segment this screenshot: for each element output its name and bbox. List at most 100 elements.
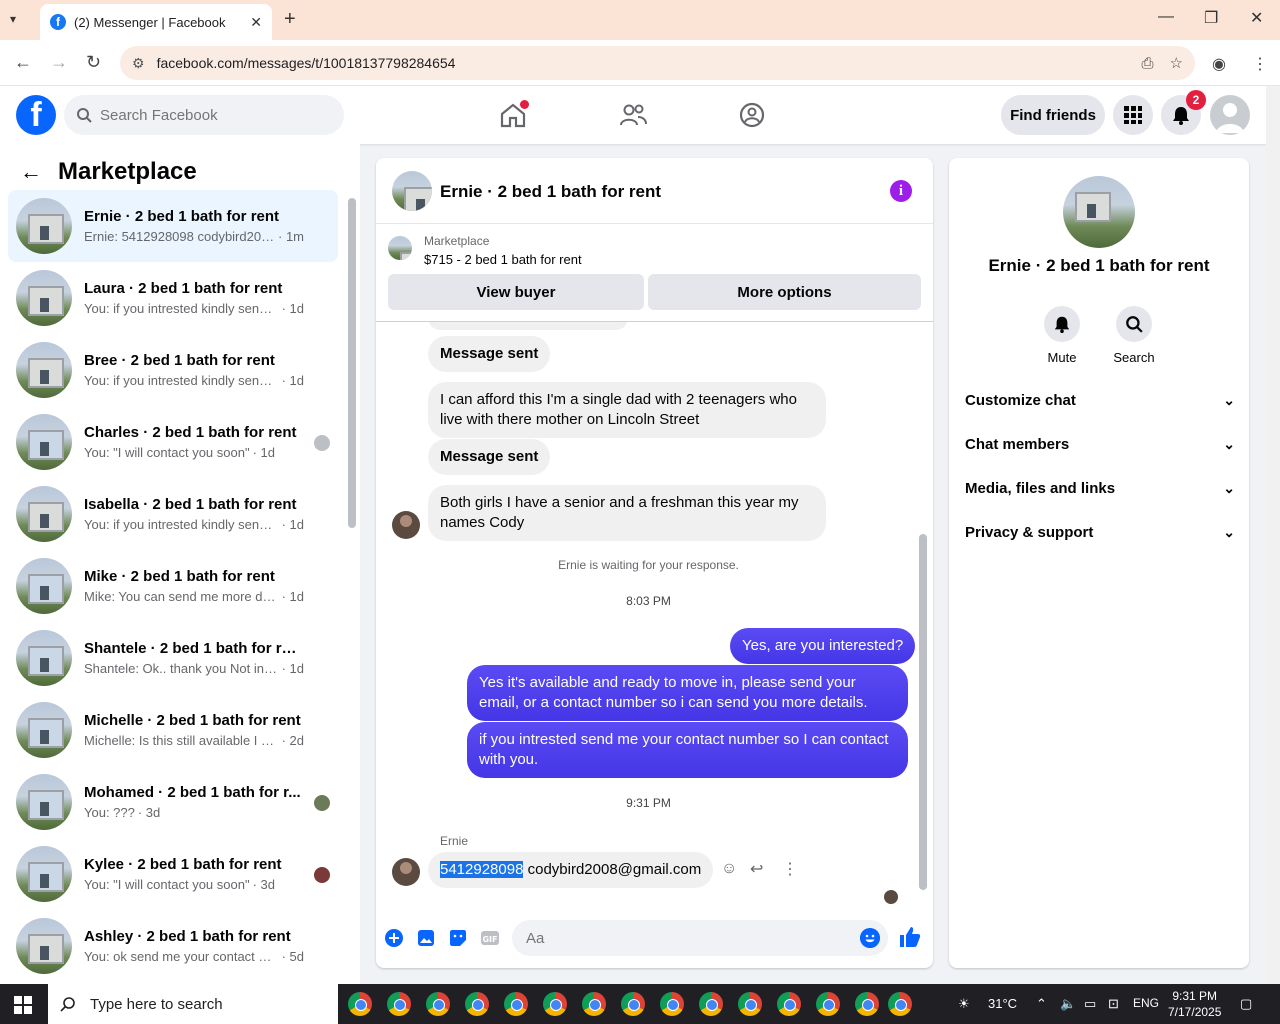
chrome-taskbar-icon[interactable] xyxy=(888,992,912,1016)
chat-item-mohamed[interactable]: Mohamed · 2 bed 1 bath for r... You: ??? ·… xyxy=(8,766,338,838)
search-in-chat-button[interactable]: Search xyxy=(1104,306,1164,365)
chrome-taskbar-icon[interactable] xyxy=(387,992,411,1016)
sticker-icon[interactable] xyxy=(448,928,468,948)
sender-avatar[interactable] xyxy=(392,858,420,886)
install-app-icon[interactable]: ⎙ xyxy=(1142,55,1154,72)
message-input[interactable] xyxy=(526,929,846,947)
chat-item-mike[interactable]: Mike · 2 bed 1 bath for rent Mike: You ca… xyxy=(8,550,338,622)
like-thumb-icon[interactable] xyxy=(898,925,922,949)
close-tab-icon[interactable]: ✕ xyxy=(250,14,262,31)
chat-item-isabella[interactable]: Isabella · 2 bed 1 bath for rent You: if … xyxy=(8,478,338,550)
emoji-icon[interactable] xyxy=(860,928,880,948)
profile-icon[interactable]: ◉ xyxy=(1212,54,1226,74)
notification-center-icon[interactable]: ▢ xyxy=(1240,996,1252,1012)
chat-item-charles[interactable]: Charles · 2 bed 1 bath for rent You: "I w… xyxy=(8,406,338,478)
chat-item-ashley[interactable]: Ashley · 2 bed 1 bath for rent You: ok se… xyxy=(8,910,338,982)
groups-icon[interactable] xyxy=(737,100,767,130)
chrome-menu-icon[interactable]: ⋮ xyxy=(1252,54,1268,74)
message-bubble-outgoing[interactable]: Yes, are you interested? xyxy=(730,628,916,664)
taskbar-clock[interactable]: 9:31 PM 7/17/2025 xyxy=(1168,988,1221,1020)
facebook-logo-icon[interactable]: f xyxy=(16,95,56,135)
chrome-taskbar-icon[interactable] xyxy=(504,992,528,1016)
email-text[interactable]: codybird2008@gmail.com xyxy=(523,861,702,878)
message-bubble-outgoing[interactable]: if you intrested send me your contact nu… xyxy=(467,722,908,778)
reply-icon[interactable]: ↩ xyxy=(750,859,763,879)
chat-members-row[interactable]: Chat members ⌄ xyxy=(965,436,1235,453)
selected-phone-text[interactable]: 5412928098 xyxy=(440,861,524,878)
network-icon[interactable]: ⊡ xyxy=(1108,996,1119,1012)
facebook-search[interactable] xyxy=(64,95,344,135)
chat-item-ernie[interactable]: Ernie · 2 bed 1 bath for rent Ernie: 5412… xyxy=(8,190,338,262)
reload-icon[interactable]: ↻ xyxy=(86,52,101,73)
new-tab-icon[interactable]: + xyxy=(284,8,296,31)
friends-icon[interactable] xyxy=(618,100,648,130)
chrome-taskbar-icon[interactable] xyxy=(348,992,372,1016)
chat-item-shantele[interactable]: Shantele · 2 bed 1 bath for rent Shantele… xyxy=(8,622,338,694)
message-bubble-last[interactable]: 5412928098 codybird2008@gmail.com xyxy=(428,852,714,888)
chat-item-bree[interactable]: Bree · 2 bed 1 bath for rent You: if you … xyxy=(8,334,338,406)
close-window-icon[interactable]: ✕ xyxy=(1250,8,1263,28)
weather-icon[interactable]: ☀ xyxy=(958,996,970,1012)
bookmark-star-icon[interactable]: ☆ xyxy=(1170,54,1183,72)
omnibox[interactable]: ⚙ facebook.com/messages/t/10018137798284… xyxy=(120,46,1195,80)
taskbar-search[interactable]: Type here to search xyxy=(48,984,338,1024)
customize-chat-row[interactable]: Customize chat ⌄ xyxy=(965,392,1235,409)
message-input-box[interactable] xyxy=(512,920,888,956)
gif-icon[interactable]: GIF xyxy=(480,928,500,948)
view-buyer-button[interactable]: View buyer xyxy=(388,274,644,310)
plus-circle-icon[interactable] xyxy=(384,928,404,948)
forward-icon[interactable]: → xyxy=(50,52,68,73)
media-files-links-row[interactable]: Media, files and links ⌄ xyxy=(965,480,1235,497)
info-avatar[interactable] xyxy=(1063,176,1135,248)
menu-grid-icon[interactable] xyxy=(1113,95,1153,135)
conversation-scrollbar[interactable] xyxy=(919,534,927,890)
back-arrow-icon[interactable]: ← xyxy=(20,159,42,185)
chrome-taskbar-icon[interactable] xyxy=(543,992,567,1016)
info-icon[interactable]: i xyxy=(890,180,912,202)
chrome-taskbar-icon[interactable] xyxy=(699,992,723,1016)
react-emoji-icon[interactable]: ☺ xyxy=(721,860,737,878)
chrome-taskbar-icon[interactable] xyxy=(816,992,840,1016)
mute-button[interactable]: Mute xyxy=(1032,306,1092,365)
conversation-avatar[interactable] xyxy=(392,171,432,211)
browser-tab[interactable]: f (2) Messenger | Facebook ✕ xyxy=(40,4,272,40)
page-scrollbar[interactable] xyxy=(1266,86,1280,984)
more-options-button[interactable]: More options xyxy=(648,274,921,310)
chrome-taskbar-icon[interactable] xyxy=(426,992,450,1016)
chrome-taskbar-icon[interactable] xyxy=(621,992,645,1016)
privacy-support-row[interactable]: Privacy & support ⌄ xyxy=(965,524,1235,541)
windows-start-icon[interactable] xyxy=(14,996,32,1014)
tray-chevron-icon[interactable]: ⌃ xyxy=(1036,996,1047,1012)
temperature[interactable]: 31°C xyxy=(988,996,1017,1011)
sender-avatar[interactable] xyxy=(392,511,420,539)
chrome-taskbar-icon[interactable] xyxy=(660,992,684,1016)
message-bubble-outgoing[interactable]: Yes it's available and ready to move in,… xyxy=(467,665,908,721)
chat-item-laura[interactable]: Laura · 2 bed 1 bath for rent You: if you… xyxy=(8,262,338,334)
chat-list-scrollbar[interactable] xyxy=(348,198,356,528)
facebook-search-input[interactable] xyxy=(100,106,320,124)
chat-item-kylee[interactable]: Kylee · 2 bed 1 bath for rent You: "I wil… xyxy=(8,838,338,910)
conversation-title[interactable]: Ernie · 2 bed 1 bath for rent xyxy=(440,182,661,202)
battery-icon[interactable]: ▭ xyxy=(1084,996,1096,1012)
site-info-icon[interactable]: ⚙ xyxy=(132,55,145,72)
account-avatar[interactable] xyxy=(1210,95,1250,135)
more-actions-icon[interactable]: ⋮ xyxy=(782,859,798,879)
volume-icon[interactable]: 🔈 xyxy=(1060,996,1076,1012)
back-icon[interactable]: ← xyxy=(14,52,32,73)
chat-item-michelle[interactable]: Michelle · 2 bed 1 bath for rent Michelle… xyxy=(8,694,338,766)
home-icon[interactable] xyxy=(498,100,529,130)
message-bubble[interactable]: Both girls I have a senior and a freshma… xyxy=(428,485,826,541)
language-indicator[interactable]: ENG xyxy=(1133,996,1159,1010)
message-bubble[interactable]: Message sent xyxy=(428,439,551,475)
url-text[interactable]: facebook.com/messages/t/1001813779828465… xyxy=(157,55,1126,71)
chrome-taskbar-icon[interactable] xyxy=(777,992,801,1016)
restore-icon[interactable]: ❐ xyxy=(1204,8,1218,28)
chrome-taskbar-icon[interactable] xyxy=(738,992,762,1016)
message-bubble[interactable]: Message sent xyxy=(428,336,551,372)
chrome-taskbar-icon[interactable] xyxy=(582,992,606,1016)
tab-search-icon[interactable]: ▾ xyxy=(10,12,16,26)
find-friends-button[interactable]: Find friends xyxy=(1001,95,1105,135)
photo-icon[interactable] xyxy=(416,928,436,948)
chrome-taskbar-icon[interactable] xyxy=(855,992,879,1016)
chrome-taskbar-icon[interactable] xyxy=(465,992,489,1016)
